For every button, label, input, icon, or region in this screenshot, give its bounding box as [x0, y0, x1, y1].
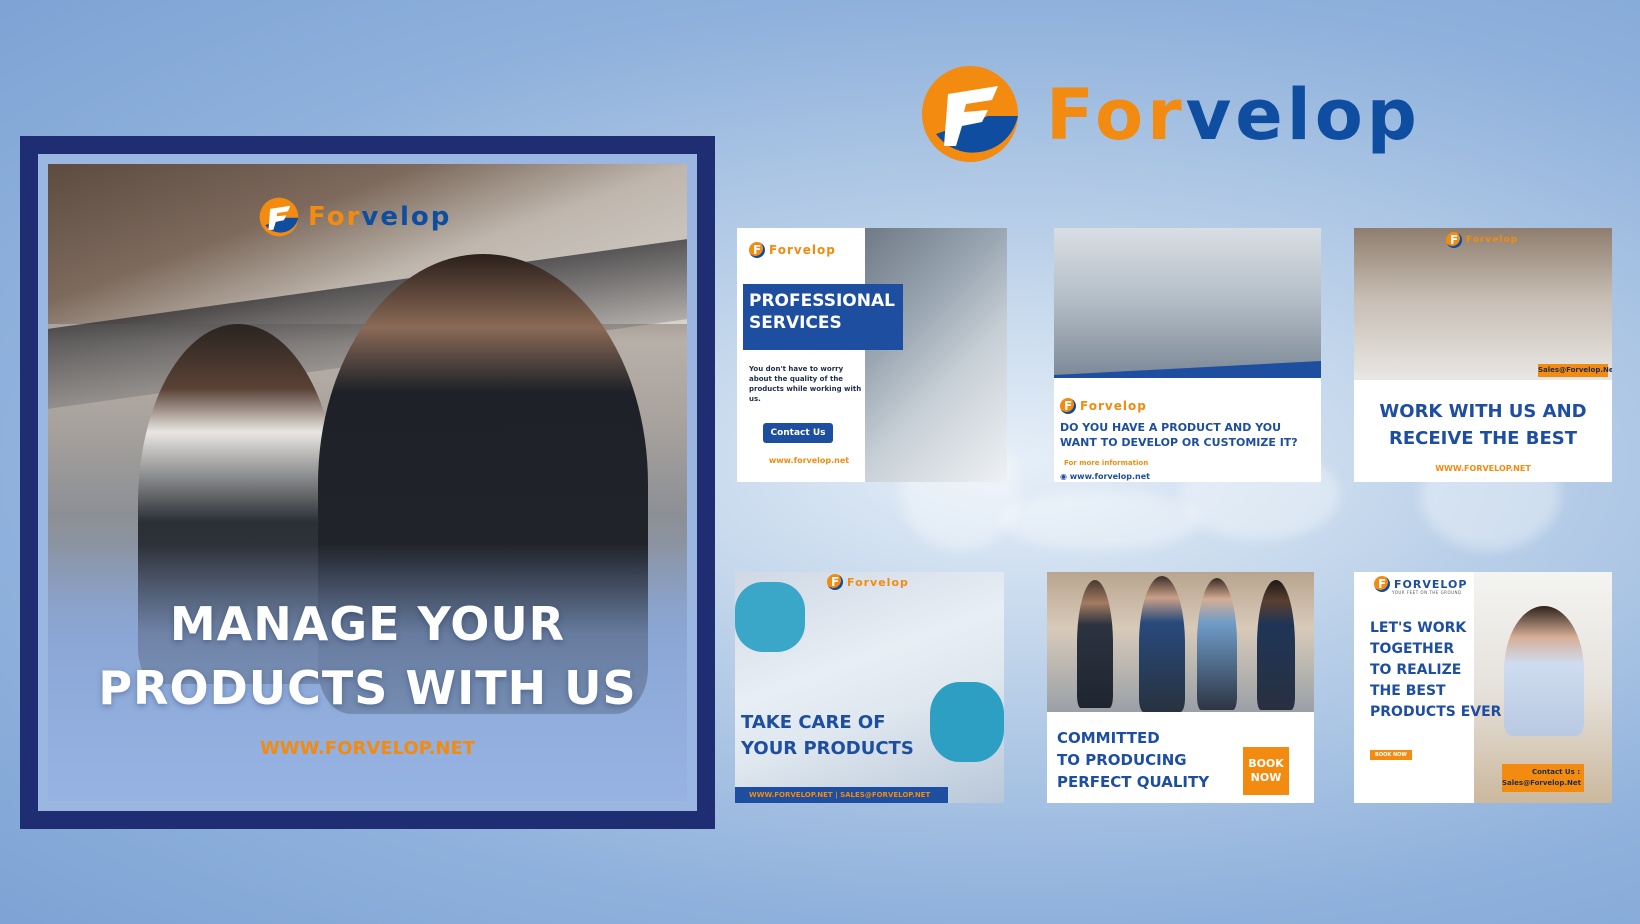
card-title-line5: PRODUCTS EVER	[1370, 704, 1502, 720]
email-tag: Sales@Forvelop.Net	[1538, 364, 1612, 377]
team-member-image	[1257, 580, 1295, 710]
card-title-line4: THE BEST	[1370, 683, 1446, 699]
forvelop-logo-icon	[1060, 398, 1076, 414]
logo-tagline: YOUR FEET ON THE GROUND	[1392, 590, 1462, 595]
card-logo-text: Forvelop	[769, 243, 836, 257]
card-logo: Forvelop	[1446, 232, 1518, 248]
card-logo: Forvelop	[827, 574, 909, 590]
wordmark-part2: velop	[1185, 74, 1421, 156]
card-title: PROFESSIONAL SERVICES	[749, 290, 909, 334]
card-title-line2: TOGETHER	[1370, 641, 1455, 657]
card-title-line1: COMMITTED	[1057, 729, 1160, 747]
card-logo-text: Forvelop	[1080, 399, 1147, 413]
team-member-image	[1139, 576, 1185, 712]
card-title-line3: TO REALIZE	[1370, 662, 1462, 678]
card-title: COMMITTED TO PRODUCING PERFECT QUALITY	[1057, 727, 1237, 793]
bokeh-light	[1000, 490, 1200, 550]
brand-wordmark: Forvelop	[1046, 80, 1421, 150]
book-now-button[interactable]: BOOK NOW	[1370, 750, 1412, 760]
card-title: WORK WITH US AND RECEIVE THE BEST	[1354, 398, 1612, 452]
forvelop-logo-icon	[749, 242, 765, 258]
hero-logo-part1: For	[308, 202, 362, 232]
ad-card-professional-services: Forvelop PROFESSIONAL SERVICES You don't…	[737, 228, 1007, 482]
wordmark-part1: For	[1046, 74, 1186, 156]
card-url-link[interactable]: www.forvelop.net	[749, 456, 869, 465]
hero-inner-border: Forvelop MANAGE YOUR PRODUCTS WITH US WW…	[38, 154, 697, 811]
card-url-link[interactable]: ◉ www.forvelop.net	[1060, 472, 1150, 481]
blue-glove-image	[735, 582, 805, 652]
hero-title: MANAGE YOUR PRODUCTS WITH US	[48, 592, 687, 720]
contact-label: Contact Us :	[1531, 768, 1580, 776]
hero-logo-part2: velop	[361, 202, 452, 232]
info-label: For more information	[1064, 459, 1149, 467]
card-title-line2: TO PRODUCING	[1057, 751, 1187, 769]
card-logo-text: FORVELOP	[1394, 577, 1468, 591]
ad-card-work-with-us: Forvelop Sales@Forvelop.Net WORK WITH US…	[1354, 228, 1612, 482]
hero-title-line2: PRODUCTS WITH US	[98, 661, 637, 715]
globe-icon: ◉	[1060, 472, 1067, 481]
card-title-line1: TAKE CARE OF	[741, 712, 886, 733]
brand-logo: Forvelop	[918, 64, 1438, 164]
contact-us-button[interactable]: Contact Us	[763, 423, 833, 443]
card-title: LET'S WORK TOGETHER TO REALIZE THE BEST …	[1370, 618, 1530, 723]
forvelop-logo-icon	[259, 197, 299, 237]
book-now-line1: BOOK	[1248, 757, 1284, 770]
hero-logo: Forvelop	[258, 196, 468, 238]
book-now-line2: NOW	[1250, 771, 1282, 784]
ad-card-develop-product: Forvelop DO YOU HAVE A PRODUCT AND YOU W…	[1054, 228, 1321, 482]
hero-logo-wordmark: Forvelop	[308, 202, 451, 232]
forvelop-logo-icon	[827, 574, 843, 590]
hero-url-link[interactable]: WWW.FORVELOP.NET	[48, 738, 687, 759]
hero-banner: Forvelop MANAGE YOUR PRODUCTS WITH US WW…	[20, 136, 715, 829]
card-url-link[interactable]: WWW.FORVELOP.NET	[1354, 464, 1612, 473]
card-footer: WWW.FORVELOP.NET | SALES@FORVELOP.NET	[735, 787, 948, 803]
team-member-image	[1077, 580, 1113, 708]
card-title-line1: PROFESSIONAL	[749, 291, 895, 311]
ad-card-committed-quality: COMMITTED TO PRODUCING PERFECT QUALITY B…	[1047, 572, 1314, 803]
contact-box: Contact Us : Sales@Forvelop.Net	[1502, 764, 1584, 792]
hero-title-line1: MANAGE YOUR	[169, 597, 566, 651]
card-title-line1: LET'S WORK	[1370, 620, 1467, 636]
ad-card-take-care: Forvelop TAKE CARE OF YOUR PRODUCTS WWW.…	[735, 572, 1004, 803]
card-logo-text: Forvelop	[1466, 235, 1519, 245]
ad-card-lets-work-together: FORVELOP YOUR FEET ON THE GROUND LET'S W…	[1354, 572, 1612, 803]
card-title: TAKE CARE OF YOUR PRODUCTS	[741, 710, 971, 762]
book-now-button[interactable]: BOOK NOW	[1243, 747, 1289, 795]
card-logo: Forvelop	[749, 242, 836, 258]
card-title-line1: DO YOU HAVE A PRODUCT AND YOU	[1060, 421, 1282, 434]
card-logo: Forvelop	[1060, 398, 1147, 414]
card-title-line2: YOUR PRODUCTS	[741, 738, 914, 759]
card-title-line2: RECEIVE THE BEST	[1388, 428, 1577, 449]
business-meeting-photo	[865, 228, 1007, 482]
conference-photo	[1054, 228, 1321, 378]
card-title-line3: PERFECT QUALITY	[1057, 773, 1210, 791]
contact-email: Sales@Forvelop.Net	[1502, 779, 1581, 787]
card-logo-text: Forvelop	[847, 575, 909, 589]
card-title-line2: WANT TO DEVELOP OR CUSTOMIZE IT?	[1060, 436, 1298, 449]
card-title: DO YOU HAVE A PRODUCT AND YOU WANT TO DE…	[1060, 420, 1318, 450]
forvelop-logo-icon	[1446, 232, 1462, 248]
card-title-line1: WORK WITH US AND	[1379, 401, 1587, 422]
card-url-text: www.forvelop.net	[1069, 472, 1150, 481]
hero-photo: Forvelop MANAGE YOUR PRODUCTS WITH US WW…	[48, 164, 687, 801]
card-description: You don't have to worry about the qualit…	[749, 365, 862, 403]
team-member-image	[1197, 578, 1237, 710]
lab-team-photo	[1354, 228, 1612, 380]
card-title-line2: SERVICES	[749, 313, 842, 333]
forvelop-logo-icon	[922, 66, 1018, 162]
forvelop-logo-icon	[1374, 576, 1390, 592]
